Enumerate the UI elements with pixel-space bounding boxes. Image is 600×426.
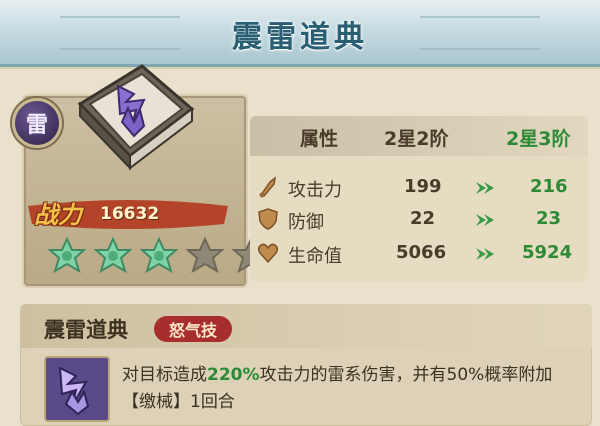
lightning-hand-icon [44, 356, 110, 422]
lightning-book-icon [77, 64, 195, 171]
thunder-element-badge: 雷 [12, 98, 62, 148]
star-filled-icon [47, 236, 87, 274]
page-title: 震雷道典 [232, 20, 368, 55]
star-filled-icon [93, 236, 133, 274]
arrow-right-icon [476, 214, 494, 226]
stat-current-hp: 5066 [396, 242, 447, 263]
stats-header-next: 2星3阶 [506, 128, 571, 150]
skill-name: 震雷道典 [44, 318, 128, 342]
stat-current-attack: 199 [404, 176, 442, 197]
skill-tag-badge: 怒气技 [154, 316, 232, 342]
title-banner: 震雷道典 [0, 0, 600, 67]
stat-next-attack: 216 [530, 176, 568, 197]
stat-name-attack: 攻击力 [288, 180, 342, 201]
skill-description: 对目标造成220%攻击力的雷系伤害，并有50%概率附加【缴械】1回合 [122, 362, 582, 416]
stats-header-current: 2星2阶 [384, 128, 449, 150]
attack-icon [259, 176, 277, 198]
skill-desc-highlight: 220% [207, 365, 260, 385]
star-rating [46, 236, 272, 278]
power-value: 16632 [100, 204, 160, 224]
stats-header-attr: 属性 [300, 128, 339, 150]
arrow-right-icon [476, 248, 494, 260]
star-empty-icon [185, 236, 225, 274]
stat-name-defense: 防御 [288, 212, 324, 233]
defense-icon [258, 208, 278, 230]
stat-current-defense: 22 [410, 208, 436, 229]
star-filled-icon [139, 236, 179, 274]
hp-icon [258, 243, 278, 264]
stat-next-defense: 23 [536, 208, 562, 229]
stat-name-hp: 生命值 [288, 246, 342, 267]
skill-desc-part1: 对目标造成 [122, 365, 207, 385]
arrow-right-icon [476, 182, 494, 194]
power-label: 战力 [34, 201, 82, 229]
stat-next-hp: 5924 [522, 242, 573, 263]
